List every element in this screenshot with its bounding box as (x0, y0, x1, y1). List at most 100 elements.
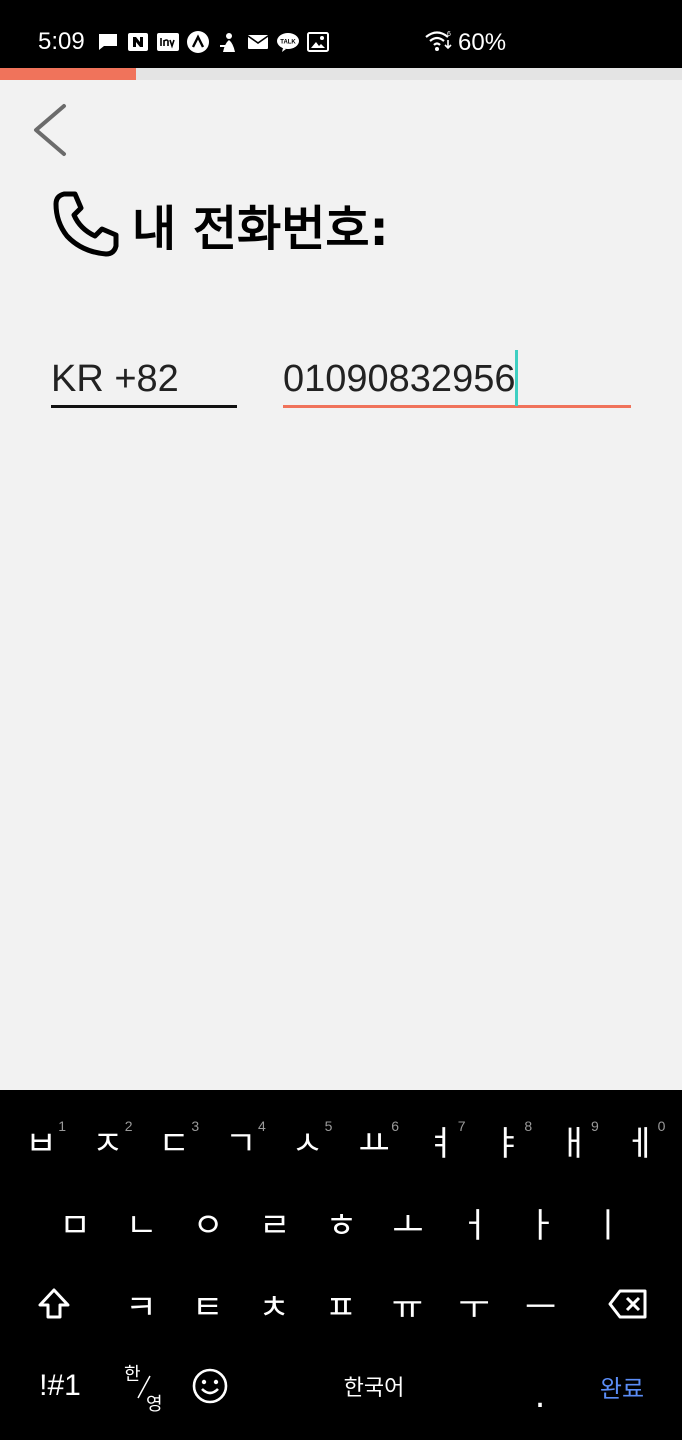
key-7-number-hint: 7 (457, 1118, 466, 1134)
key-row3-1-label: ㅋ (125, 1287, 157, 1328)
key-5-label: ㅅ (291, 1123, 324, 1164)
shift-key[interactable] (14, 1264, 94, 1344)
key-row2-7[interactable]: ㅓ (442, 1182, 508, 1262)
key-5[interactable]: ㅅ5 (274, 1100, 340, 1180)
wifi-icon: 6 (424, 28, 454, 58)
key-row2-2[interactable]: ㄴ (109, 1182, 175, 1262)
key-9-label: ㅐ (558, 1123, 590, 1164)
key-row3-4[interactable]: ㅍ (308, 1264, 374, 1344)
text-cursor (515, 350, 519, 406)
image-icon (306, 30, 330, 54)
backspace-icon (608, 1289, 647, 1319)
symbols-key-label: !#1 (39, 1369, 81, 1402)
svg-text:6: 6 (447, 31, 451, 38)
on-screen-keyboard: ㅂ1ㅈ2ㄷ3ㄱ4ㅅ5ㅛ6ㅕ7ㅑ8ㅐ9ㅔ0 ㅁㄴㅇㄹㅎㅗㅓㅏㅣ ㅋㅌㅊㅍㅠㅜㅡ !… (0, 1090, 682, 1440)
key-row3-4-label: ㅍ (325, 1287, 357, 1328)
country-code-selector[interactable]: KR +82 (51, 352, 237, 408)
key-9[interactable]: ㅐ9 (541, 1100, 607, 1180)
key-row2-9[interactable]: ㅣ (575, 1182, 641, 1262)
key-row2-7-label: ㅓ (458, 1205, 491, 1246)
key-4-label: ㄱ (225, 1123, 257, 1164)
key-1[interactable]: ㅂ1 (8, 1100, 74, 1180)
key-row2-5[interactable]: ㅎ (308, 1182, 374, 1262)
key-3[interactable]: ㄷ3 (141, 1100, 207, 1180)
naver-icon (126, 30, 150, 54)
key-row2-1[interactable]: ㅁ (42, 1182, 108, 1262)
key-row3-6-label: ㅜ (458, 1287, 490, 1328)
key-7[interactable]: ㅕ7 (408, 1100, 474, 1180)
key-5-number-hint: 5 (324, 1118, 333, 1134)
key-row3-1[interactable]: ㅋ (108, 1264, 174, 1344)
chevron-left-icon (34, 104, 66, 156)
key-2[interactable]: ㅈ2 (75, 1100, 141, 1180)
onboarding-progress-bar (0, 68, 682, 80)
kakaotalk-icon: TALK (276, 30, 300, 54)
keyboard-row-4: !#1 한 영 한국어 . 완료 (0, 1346, 682, 1426)
mail-icon (246, 30, 270, 54)
key-row3-2-label: ㅌ (191, 1287, 224, 1328)
key-6[interactable]: ㅛ6 (341, 1100, 407, 1180)
status-right: 6 60% (424, 28, 506, 58)
key-row3-3-label: ㅊ (258, 1287, 290, 1328)
status-time: 5:09 (38, 28, 85, 55)
emoji-key[interactable] (182, 1346, 238, 1426)
backspace-key[interactable] (588, 1264, 668, 1344)
language-toggle-key[interactable]: 한 영 (112, 1346, 176, 1426)
key-10[interactable]: ㅔ0 (607, 1100, 673, 1180)
key-row3-5-label: ㅠ (391, 1287, 424, 1328)
key-8-number-hint: 8 (524, 1118, 533, 1134)
key-10-label: ㅔ (624, 1123, 657, 1164)
key-1-label: ㅂ (25, 1123, 57, 1164)
key-6-number-hint: 6 (391, 1118, 399, 1134)
key-row3-3[interactable]: ㅊ (241, 1264, 307, 1344)
key-row2-8[interactable]: ㅏ (508, 1182, 574, 1262)
battery-level: 60% (458, 29, 507, 56)
key-row2-3-label: ㅇ (192, 1205, 224, 1246)
key-3-number-hint: 3 (191, 1118, 200, 1134)
keyboard-row-1: ㅂ1ㅈ2ㄷ3ㄱ4ㅅ5ㅛ6ㅕ7ㅑ8ㅐ9ㅔ0 (0, 1100, 682, 1180)
key-10-number-hint: 0 (657, 1118, 666, 1134)
key-4-number-hint: 4 (258, 1118, 266, 1134)
space-key-label: 한국어 (343, 1376, 405, 1401)
key-3-label: ㄷ (158, 1123, 190, 1164)
key-2-label: ㅈ (91, 1123, 124, 1164)
shift-icon (38, 1288, 70, 1319)
period-key-label: . (534, 1376, 546, 1416)
key-row3-2[interactable]: ㅌ (175, 1264, 241, 1344)
period-key[interactable]: . (506, 1346, 574, 1426)
country-code-value: KR +82 (51, 358, 179, 400)
app-icon (216, 30, 240, 54)
key-row2-8-label: ㅏ (525, 1205, 557, 1246)
lang-toggle-bottom: 영 (146, 1394, 163, 1415)
key-2-number-hint: 2 (124, 1118, 133, 1134)
phone-number-value: 01090832956 (283, 358, 516, 400)
key-row2-3[interactable]: ㅇ (175, 1182, 241, 1262)
key-7-label: ㅕ (424, 1123, 457, 1164)
slash-divider-icon (137, 1375, 151, 1399)
back-button[interactable] (28, 100, 76, 160)
key-row3-5[interactable]: ㅠ (374, 1264, 440, 1344)
key-row2-4[interactable]: ㄹ (242, 1182, 308, 1262)
key-row3-7[interactable]: ㅡ (508, 1264, 574, 1344)
key-row3-6[interactable]: ㅜ (441, 1264, 507, 1344)
keyboard-row-2: ㅁㄴㅇㄹㅎㅗㅓㅏㅣ (0, 1182, 682, 1262)
key-row2-5-label: ㅎ (325, 1205, 358, 1246)
key-row2-1-label: ㅁ (59, 1205, 91, 1246)
keyboard-row-3: ㅋㅌㅊㅍㅠㅜㅡ (0, 1264, 682, 1344)
key-1-number-hint: 1 (58, 1118, 66, 1134)
key-row2-2-label: ㄴ (125, 1205, 158, 1246)
space-key[interactable]: 한국어 (250, 1346, 498, 1426)
key-row2-6[interactable]: ㅗ (375, 1182, 441, 1262)
symbols-key[interactable]: !#1 (20, 1346, 100, 1426)
key-row2-4-label: ㄹ (259, 1205, 291, 1246)
page-header: 내 전화번호: (50, 188, 389, 260)
notification-icons: TALK (96, 30, 330, 54)
key-8[interactable]: ㅑ8 (474, 1100, 540, 1180)
phone-number-input[interactable]: 01090832956 (283, 350, 631, 408)
inven-icon (156, 30, 180, 54)
smiley-icon (192, 1368, 228, 1404)
done-key[interactable]: 완료 (582, 1346, 662, 1426)
key-row3-7-label: ㅡ (524, 1287, 557, 1328)
key-4[interactable]: ㄱ4 (208, 1100, 274, 1180)
svg-text:TALK: TALK (280, 40, 296, 46)
